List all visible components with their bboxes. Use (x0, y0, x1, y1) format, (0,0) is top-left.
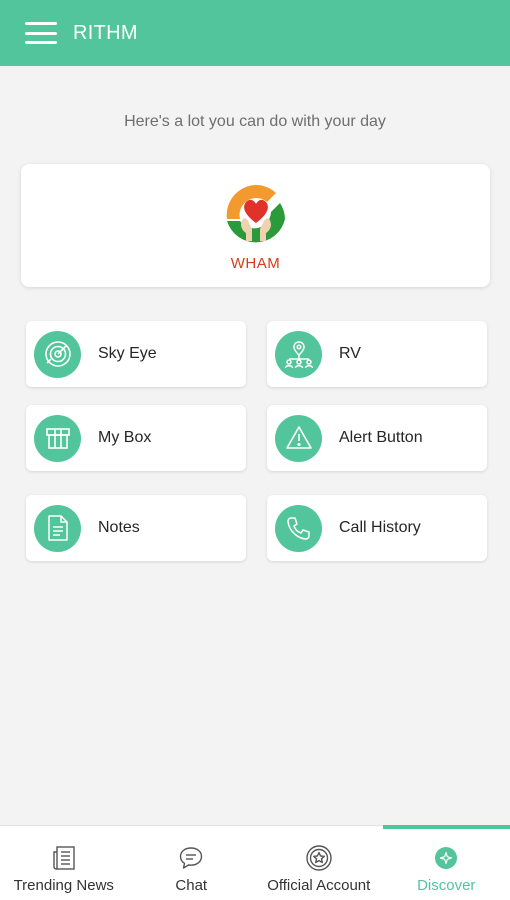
warning-icon (275, 414, 322, 462)
app-bar: RITHM (0, 0, 510, 66)
tile-my-box[interactable]: My Box (26, 405, 246, 471)
tile-label: Sky Eye (98, 345, 157, 362)
phone-icon (275, 504, 322, 552)
radar-icon (34, 330, 81, 378)
chat-bubble-icon (178, 844, 204, 872)
app-title: RITHM (73, 21, 138, 44)
bottom-nav: Trending News Chat Official Account Disc… (0, 825, 510, 900)
network-location-icon (275, 330, 322, 378)
hamburger-menu-icon[interactable] (25, 22, 57, 44)
wham-card[interactable]: WHAM (21, 164, 490, 287)
tile-call-history[interactable]: Call History (267, 495, 487, 561)
wham-label: WHAM (230, 255, 281, 272)
compass-icon (434, 844, 458, 872)
box-icon (34, 414, 81, 462)
nav-discover[interactable]: Discover (382, 825, 510, 900)
nav-label: Chat (175, 877, 208, 894)
tile-label: RV (339, 345, 361, 362)
tile-label: My Box (98, 429, 152, 446)
tile-label: Call History (339, 519, 421, 536)
wham-logo-icon (226, 185, 285, 243)
tagline: Here's a lot you can do with your day (124, 113, 386, 130)
star-badge-icon (305, 844, 333, 872)
nav-label: Discover (417, 877, 476, 894)
newspaper-icon (52, 844, 76, 872)
nav-chat[interactable]: Chat (128, 826, 256, 900)
nav-trending-news[interactable]: Trending News (0, 826, 128, 900)
tile-label: Notes (98, 519, 140, 536)
tile-rv[interactable]: RV (267, 321, 487, 387)
nav-official-account[interactable]: Official Account (255, 826, 383, 900)
document-icon (34, 504, 81, 552)
tile-notes[interactable]: Notes (26, 495, 246, 561)
nav-label: Trending News (13, 877, 114, 894)
tile-alert-button[interactable]: Alert Button (267, 405, 487, 471)
tile-label: Alert Button (339, 429, 423, 446)
nav-label: Official Account (267, 877, 371, 894)
tile-sky-eye[interactable]: Sky Eye (26, 321, 246, 387)
